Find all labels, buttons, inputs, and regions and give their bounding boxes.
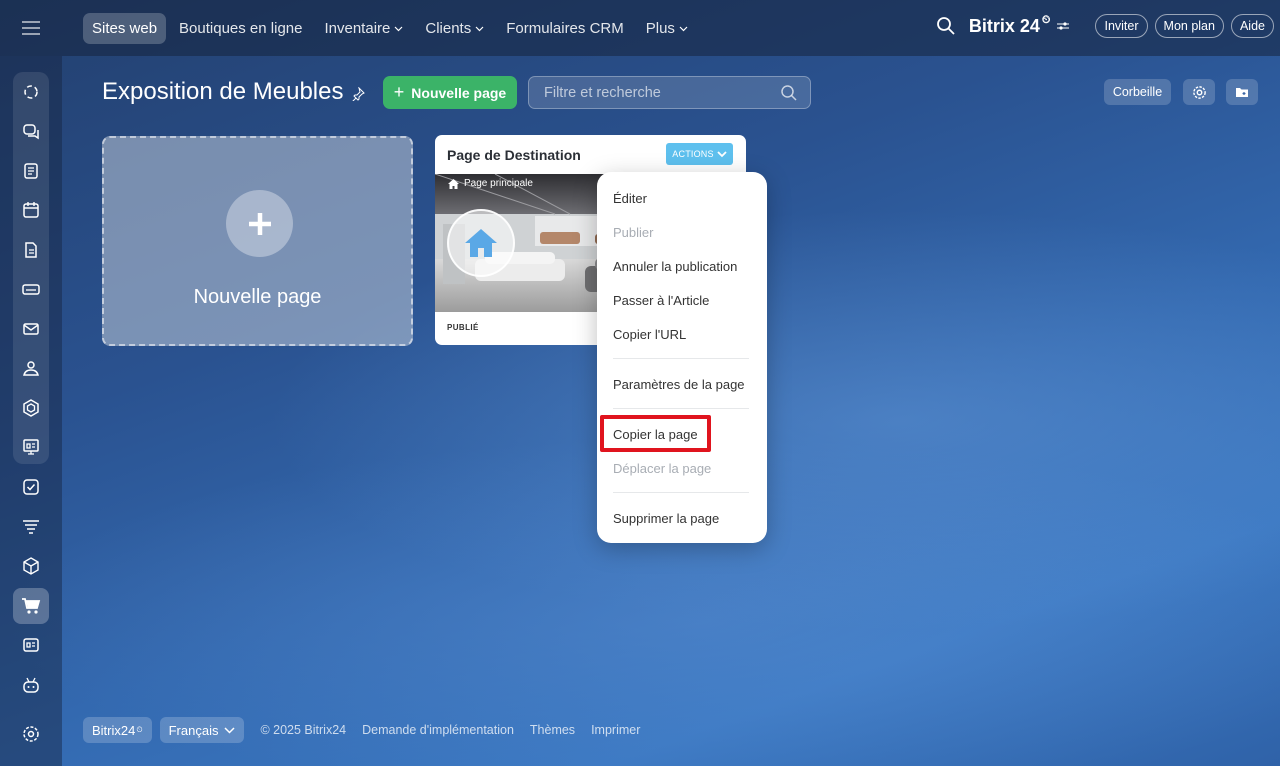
footer-link-themes[interactable]: Thèmes (530, 723, 575, 737)
settings-button[interactable] (1183, 79, 1215, 105)
folder-button[interactable] (1226, 79, 1258, 105)
chevron-down-icon (679, 26, 688, 31)
calendar-icon[interactable] (20, 199, 42, 221)
chevron-down-icon (717, 150, 727, 157)
footer-brand[interactable]: Bitrix24 ⏲ (83, 717, 152, 743)
pin-icon[interactable] (351, 87, 366, 101)
chevron-down-icon (394, 26, 403, 31)
status-badge: PUBLIÉ (447, 323, 479, 332)
menu-item-move-page[interactable]: Déplacer la page (613, 461, 711, 476)
contact-card-icon[interactable] (20, 634, 42, 656)
crm-icon[interactable] (20, 397, 42, 419)
brand-logo[interactable]: Bitrix 24 ⏲ (969, 13, 1071, 37)
left-rail (0, 56, 62, 766)
menu-item-publish[interactable]: Publier (613, 225, 653, 240)
menu-icon[interactable] (18, 16, 44, 40)
sliders-icon[interactable] (1056, 20, 1070, 32)
menu-item-copy-url[interactable]: Copier l'URL (613, 327, 686, 342)
menu-item-switch-to-article[interactable]: Passer à l'Article (613, 293, 709, 308)
settings-icon[interactable] (20, 723, 42, 745)
copyright: © 2025 Bitrix24 (260, 723, 347, 737)
highlight-box (600, 415, 711, 452)
chevron-down-icon (224, 726, 235, 734)
menu-item-delete-page[interactable]: Supprimer la page (613, 511, 719, 526)
footer-link-print[interactable]: Imprimer (591, 723, 640, 737)
nav-clients[interactable]: Clients (416, 13, 493, 44)
new-page-tile-label: Nouvelle page (193, 286, 322, 308)
nav-more[interactable]: Plus (637, 13, 697, 44)
footer-link-implementation[interactable]: Demande d'implémentation (362, 723, 514, 737)
activity-stream-icon[interactable] (20, 81, 42, 103)
clock-icon: ⏲ (1041, 13, 1051, 26)
folder-icon (1236, 88, 1248, 97)
home-icon (448, 178, 459, 189)
search-input[interactable] (544, 84, 764, 101)
filter-search[interactable] (528, 76, 811, 109)
menu-item-edit[interactable]: Éditer (613, 191, 647, 206)
invite-button[interactable]: Inviter (1095, 14, 1148, 38)
search-icon[interactable] (780, 84, 798, 102)
inventory-icon[interactable] (20, 555, 42, 577)
page-title: Exposition de Meubles (102, 78, 366, 106)
actions-menu: Éditer Publier Annuler la publication Pa… (597, 172, 767, 543)
new-page-tile[interactable]: Nouvelle page (102, 136, 413, 346)
new-page-button[interactable]: + Nouvelle page (383, 76, 517, 109)
menu-divider (613, 408, 749, 409)
nav-online-stores[interactable]: Boutiques en ligne (170, 13, 311, 44)
drive-icon[interactable] (20, 278, 42, 300)
main-nav: Sites web Boutiques en ligne Inventaire … (83, 13, 701, 44)
shop-icon[interactable] (13, 588, 49, 624)
add-icon (226, 190, 293, 257)
menu-item-unpublish[interactable]: Annuler la publication (613, 259, 737, 274)
menu-item-page-settings[interactable]: Paramètres de la page (613, 377, 745, 392)
menu-divider (613, 492, 749, 493)
main-page-label: Page principale (448, 178, 533, 189)
funnel-icon[interactable] (20, 516, 42, 538)
documents-icon[interactable] (20, 239, 42, 261)
top-bar: Sites web Boutiques en ligne Inventaire … (0, 0, 1280, 56)
actions-button[interactable]: ACTIONS (666, 143, 733, 165)
tasks-icon[interactable] (20, 476, 42, 498)
my-plan-button[interactable]: Mon plan (1154, 14, 1224, 38)
trash-button[interactable]: Corbeille (1104, 79, 1171, 105)
menu-divider (613, 358, 749, 359)
nav-crm-forms[interactable]: Formulaires CRM (497, 13, 633, 44)
mail-icon[interactable] (20, 318, 42, 340)
gear-icon (1192, 85, 1206, 99)
home-icon (447, 209, 515, 277)
plus-icon: + (393, 82, 405, 102)
chat-icon[interactable] (20, 120, 42, 142)
nav-sites-web[interactable]: Sites web (83, 13, 167, 44)
clock-icon: ⏲ (136, 725, 143, 734)
nav-inventory[interactable]: Inventaire (315, 13, 412, 44)
feed-icon[interactable] (20, 160, 42, 182)
page-card-title: Page de Destination (447, 147, 581, 163)
search-icon[interactable] (935, 15, 957, 37)
help-button[interactable]: Aide (1230, 14, 1274, 38)
robot-icon[interactable] (20, 674, 42, 696)
top-right: Bitrix 24 ⏲ Inviter Mon plan Aide (935, 14, 1274, 38)
presentation-icon[interactable] (20, 436, 42, 458)
chevron-down-icon (475, 26, 484, 31)
language-selector[interactable]: Français (159, 717, 245, 743)
contacts-icon[interactable] (20, 357, 42, 379)
footer: Bitrix24 ⏲ Français © 2025 Bitrix24 Dema… (83, 717, 648, 743)
